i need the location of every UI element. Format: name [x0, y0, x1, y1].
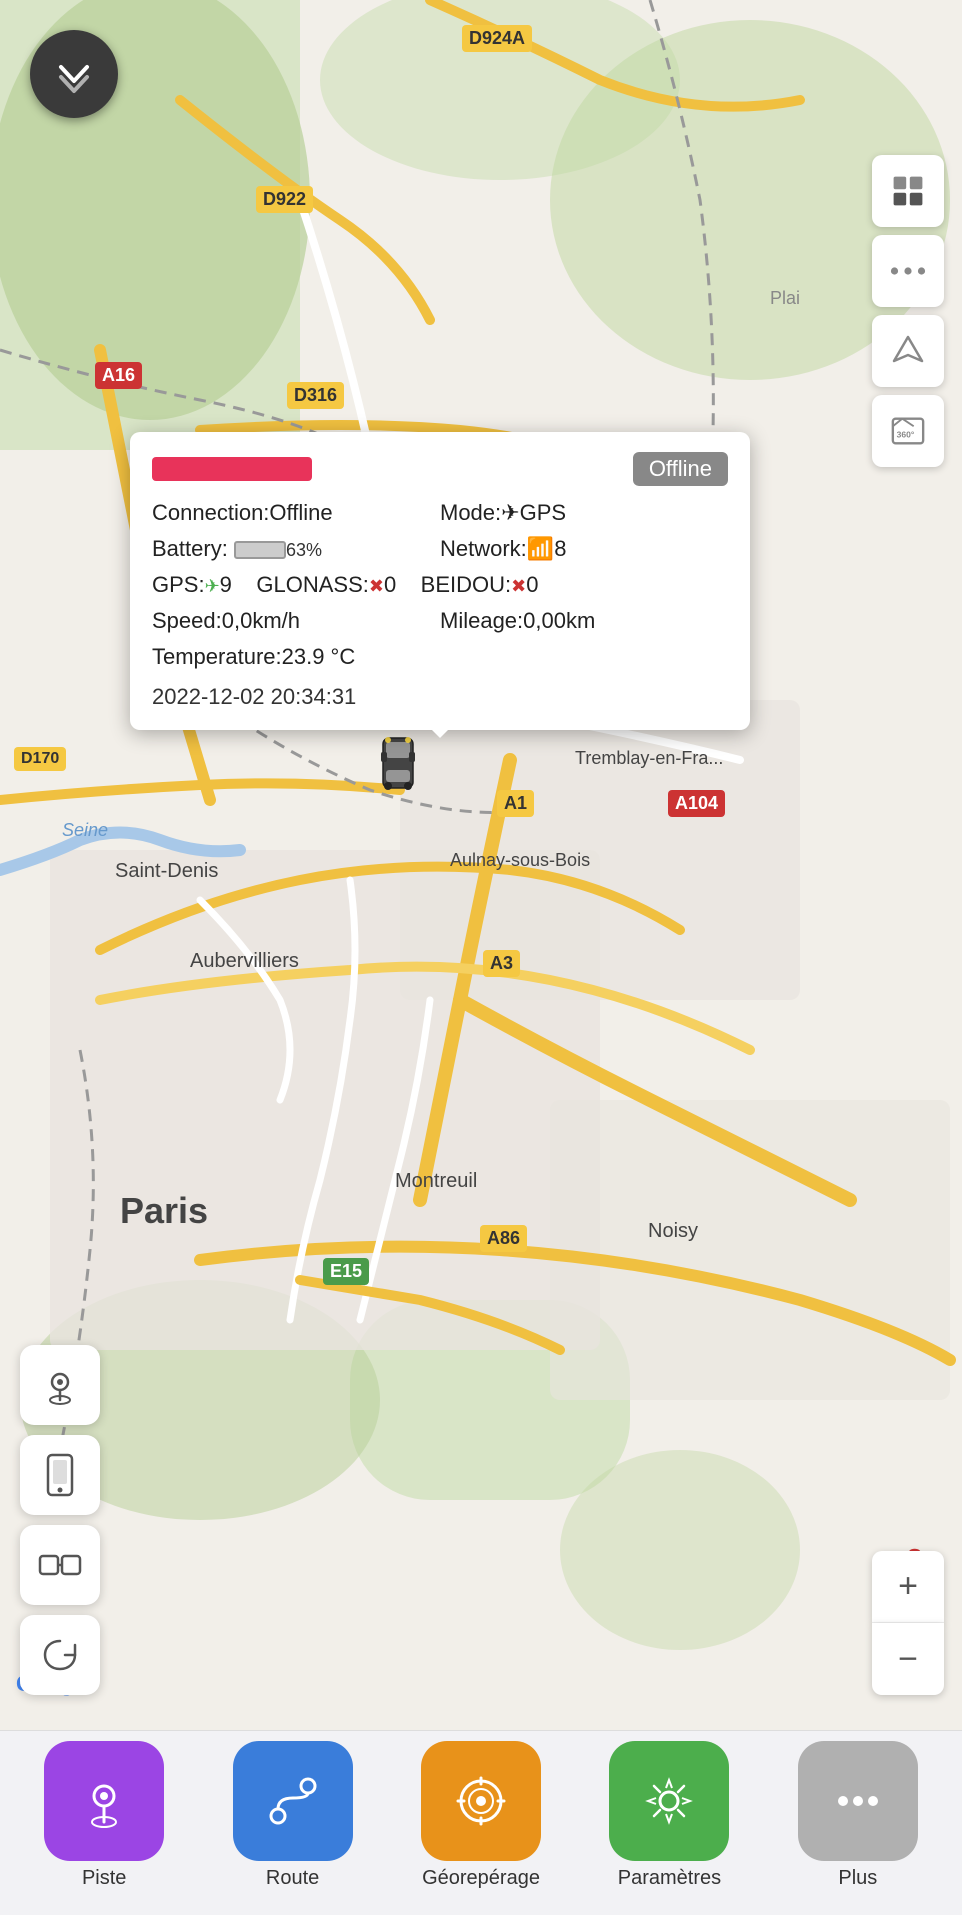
road-badge-d924a: D924A: [462, 25, 532, 52]
nav-icon-georeperage: [421, 1741, 541, 1861]
network-label: Network:: [440, 536, 527, 561]
refresh-button[interactable]: [20, 1615, 100, 1695]
temperature-label: Temperature:: [152, 644, 282, 669]
popup-timestamp: 2022-12-02 20:34:31: [152, 684, 728, 710]
nav-item-plus[interactable]: Plus: [764, 1741, 952, 1890]
map-container[interactable]: D924A D922 D316 A16 D170 A1 A104 A3 A86 …: [0, 0, 962, 1915]
road-badge-d170: D170: [14, 747, 66, 771]
road-badge-a16: A16: [95, 362, 142, 389]
gps-label: GPS:: [152, 572, 205, 597]
battery-label: Battery:: [152, 536, 228, 561]
speed-value: 0,0km/h: [222, 608, 300, 633]
bottom-nav: Piste Route Géorepérage: [0, 1730, 962, 1915]
360-view-button[interactable]: 360°: [872, 395, 944, 467]
nav-label-plus: Plus: [838, 1867, 877, 1890]
nav-item-route[interactable]: Route: [198, 1741, 386, 1890]
left-controls: [20, 1345, 100, 1695]
road-badge-a3: A3: [483, 950, 520, 977]
nav-label-georeperage: Géorepérage: [422, 1867, 540, 1890]
zoom-out-button[interactable]: −: [872, 1623, 944, 1695]
connection-value: Offline: [269, 500, 332, 525]
more-options-button[interactable]: [872, 235, 944, 307]
layers-button[interactable]: [872, 155, 944, 227]
popup-header: Offline: [152, 452, 728, 486]
speed-label: Speed:: [152, 608, 222, 633]
battery-field: Battery: 63%: [152, 536, 440, 562]
gps-row: GPS:✈9 GLONASS:✖0 BEIDOU:✖0: [152, 572, 728, 598]
mileage-label: Mileage:: [440, 608, 523, 633]
mileage-value: 0,00km: [523, 608, 595, 633]
road-badge-a104: A104: [668, 790, 725, 817]
mileage-field: Mileage:0,00km: [440, 608, 728, 634]
road-badge-d922: D922: [256, 186, 313, 213]
nav-item-georeperage[interactable]: Géorepérage: [387, 1741, 575, 1890]
network-field: Network:📶8: [440, 536, 728, 562]
battery-percent: 63%: [286, 540, 322, 560]
speed-field: Speed:0,0km/h: [152, 608, 440, 634]
network-value: 8: [554, 536, 566, 561]
status-badge: Offline: [633, 452, 728, 486]
temperature-value: 23.9 °C: [282, 644, 356, 669]
network-icon: 📶: [527, 536, 554, 561]
geofence-button[interactable]: [20, 1345, 100, 1425]
glonass-label: GLONASS:: [256, 572, 368, 597]
mode-label: Mode:: [440, 500, 501, 525]
svg-text:360°: 360°: [897, 430, 915, 440]
mode-field: Mode:✈GPS: [440, 500, 728, 526]
zoom-in-button[interactable]: +: [872, 1551, 944, 1623]
mode-icon: ✈: [501, 500, 519, 525]
nav-icon-parametres: [609, 1741, 729, 1861]
zoom-controls: + −: [872, 1551, 944, 1695]
glonass-value: 0: [384, 572, 396, 597]
nav-item-piste[interactable]: Piste: [10, 1741, 198, 1890]
nav-label-parametres: Paramètres: [618, 1867, 721, 1890]
connection-label: Connection:: [152, 500, 269, 525]
nav-icon-plus: [798, 1741, 918, 1861]
beidou-value: 0: [526, 572, 538, 597]
nav-icon-piste: [44, 1741, 164, 1861]
connect-button[interactable]: [20, 1525, 100, 1605]
mode-value: GPS: [520, 500, 566, 525]
nav-label-piste: Piste: [82, 1867, 126, 1890]
nav-icon-route: [233, 1741, 353, 1861]
road-badge-a1: A1: [497, 790, 534, 817]
phone-button[interactable]: [20, 1435, 100, 1515]
battery-bar: [234, 541, 286, 559]
nav-label-route: Route: [266, 1867, 319, 1890]
collapse-button[interactable]: [30, 30, 118, 118]
road-badge-d316: D316: [287, 382, 344, 409]
vehicle-marker[interactable]: [378, 730, 418, 795]
gps-value: 9: [220, 572, 232, 597]
nav-item-parametres[interactable]: Paramètres: [575, 1741, 763, 1890]
right-controls: 360°: [872, 155, 944, 467]
connection-field: Connection:Offline: [152, 500, 440, 526]
road-badge-e15: E15: [323, 1258, 369, 1285]
device-name-redacted: [152, 457, 312, 481]
road-badge-a86: A86: [480, 1225, 527, 1252]
device-popup: Offline Connection:Offline Mode:✈GPS Bat…: [130, 432, 750, 730]
temperature-field: Temperature:23.9 °C: [152, 644, 728, 670]
map-svg: [0, 0, 962, 1915]
popup-grid: Connection:Offline Mode:✈GPS Battery: 63…: [152, 500, 728, 670]
beidou-label: BEIDOU:: [421, 572, 511, 597]
navigation-button[interactable]: [872, 315, 944, 387]
